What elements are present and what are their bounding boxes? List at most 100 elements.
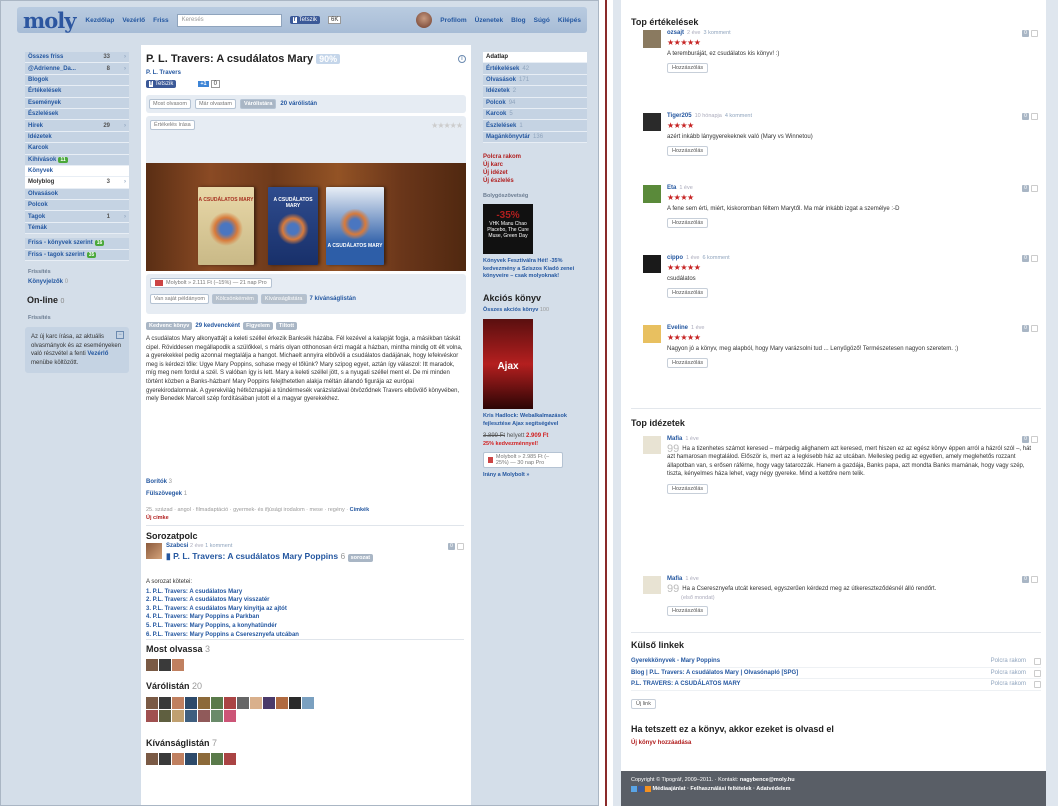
nav-blog[interactable]: Blog [511, 17, 525, 24]
already-read-button[interactable]: Már olvastam [194, 99, 236, 109]
series-volume-link[interactable]: 5. P.L. Travers: Mary Poppins, a konyhat… [146, 622, 299, 631]
favorites-count[interactable]: 29 kedvencként [195, 323, 240, 329]
nav-control[interactable]: Vezérlő [122, 17, 145, 24]
user-avatar[interactable] [172, 753, 184, 765]
quoter-name[interactable]: Mafia [667, 436, 682, 442]
adatlap-item[interactable]: Karcok 5 [483, 108, 587, 121]
series-title-link[interactable]: P. L. Travers: A csudálatos Mary Poppins [173, 551, 338, 561]
user-avatar[interactable] [276, 697, 288, 709]
comments-link[interactable]: 6 komment [702, 255, 729, 261]
adatlap-item[interactable]: Észlelések 1 [483, 120, 587, 132]
external-link[interactable]: P.L. TRAVERS: A CSUDÁLATOS MARY [631, 679, 741, 690]
star-outline-icon[interactable] [1031, 436, 1038, 443]
quoter-avatar[interactable] [643, 436, 661, 454]
series-volume-link[interactable]: 2. P.L. Travers: A csudálatos Mary vissz… [146, 596, 299, 605]
go-to-shop-link[interactable]: Irány a Molybolt » [483, 472, 587, 480]
star-outline-icon[interactable] [457, 543, 464, 550]
user-avatar[interactable] [159, 710, 171, 722]
add-book-link[interactable]: Új könyv hozzáadása [631, 740, 691, 746]
add-to-waitlist-button[interactable]: Várólistára [239, 99, 277, 109]
facebook-like-button[interactable]: f Tetszik [289, 16, 320, 24]
adatlap-item[interactable]: Magánkönyvtár 136 [483, 131, 587, 144]
adatlap-item[interactable]: Idézetek 2 [483, 86, 587, 98]
twitter-icon[interactable] [631, 785, 637, 792]
star-outline-icon[interactable] [1034, 669, 1041, 677]
favorite-book-button[interactable]: Kedvenc könyv [146, 322, 193, 330]
nav-logout[interactable]: Kilépés [558, 17, 581, 24]
waitlist-count-link[interactable]: 20 várólistán [280, 101, 317, 107]
user-avatar[interactable] [302, 697, 314, 709]
chevron-right-icon[interactable]: › [124, 66, 126, 72]
series-volume-link[interactable]: 6. P.L. Travers: Mary Poppins a Csereszn… [146, 631, 299, 640]
user-avatar[interactable] [172, 697, 184, 709]
sidebar-item[interactable]: Olvasások [25, 188, 129, 201]
user-avatar[interactable] [146, 697, 158, 709]
chevron-right-icon[interactable]: › [124, 123, 126, 129]
add-wishlist-button[interactable]: Kívánságlistára [260, 294, 307, 304]
reviewer-name[interactable]: Eveline [667, 325, 688, 331]
quoter-avatar[interactable] [643, 576, 661, 594]
reviewer-avatar[interactable] [643, 185, 661, 203]
ad-link[interactable]: Könyvek Fesztiválra Hét! -35% kedvezmény… [483, 258, 587, 281]
edit-icon[interactable]: 0 [1022, 185, 1029, 192]
user-avatar[interactable] [146, 753, 158, 765]
user-avatar[interactable] [172, 710, 184, 722]
user-avatar[interactable] [263, 697, 275, 709]
reply-button[interactable]: Hozzászólás [667, 146, 709, 157]
sidebar-extra-item[interactable]: Friss - tagok szerint 35 [25, 249, 129, 262]
series-volume-link[interactable]: 3. P.L. Travers: A csudálatos Mary kinyi… [146, 605, 299, 614]
user-thumbnail[interactable] [146, 543, 162, 559]
action-link[interactable]: Új karc [483, 161, 587, 169]
sidebar-item[interactable]: @Adrienne_Da... 8 › [25, 63, 129, 75]
sidebar-item[interactable]: Értékelések [25, 86, 129, 98]
sidebar-item[interactable]: Molyblog 3 › [25, 177, 129, 189]
user-avatar[interactable] [211, 753, 223, 765]
google-plus-button[interactable]: +1 0 [198, 80, 220, 88]
book-cover-3[interactable]: A CSUDÁLATOS MARY [326, 187, 384, 265]
user-avatar[interactable] [289, 697, 301, 709]
user-avatar[interactable] [211, 710, 223, 722]
reply-button[interactable]: Hozzászólás [667, 288, 709, 299]
user-avatar[interactable] [159, 753, 171, 765]
adatlap-item[interactable]: Polcok 94 [483, 97, 587, 109]
star-outline-icon[interactable] [1034, 658, 1041, 665]
reviewer-avatar[interactable] [643, 113, 661, 131]
user-avatar[interactable] [250, 697, 262, 709]
info-icon[interactable]: i [458, 55, 466, 63]
sidebar-item[interactable]: Hírek 29 › [25, 120, 129, 132]
user-avatar[interactable] [146, 710, 158, 722]
blurbs-link[interactable]: Fülszövegek 1 [146, 491, 187, 497]
contact-email-link[interactable]: nagybence@moly.hu [740, 777, 795, 783]
book-cover-2[interactable]: A CSUDÁLATOS MARY [268, 187, 318, 265]
user-avatar[interactable] [185, 697, 197, 709]
series-volume-link[interactable]: 1. P.L. Travers: A csudálatos Mary [146, 588, 299, 597]
user-avatar[interactable] [159, 697, 171, 709]
chevron-right-icon[interactable]: › [124, 214, 126, 220]
nav-profile[interactable]: Profilom [440, 17, 466, 24]
star-outline-icon[interactable] [1031, 113, 1038, 120]
shelve-link[interactable]: Polcra rakom [991, 656, 1026, 667]
new-link-button[interactable]: Új link [631, 699, 656, 709]
edit-icon[interactable]: 0 [1022, 30, 1029, 37]
sidebar-item[interactable]: Észlelések [25, 108, 129, 121]
sidebar-extra-item[interactable]: Friss - könyvek szerint 16 [25, 238, 129, 250]
star-outline-icon[interactable] [1031, 325, 1038, 332]
sidebar-item[interactable]: Kihívások 11 [25, 154, 129, 166]
external-link[interactable]: Gyerekkönyvek - Mary Poppins [631, 656, 720, 667]
sale-molybolt-button[interactable]: Molybolt » 2.985 Ft (–25%) — 30 nap Pro [483, 452, 563, 469]
watch-button[interactable]: Figyelem [243, 322, 273, 330]
nav-help[interactable]: Súgó [534, 17, 550, 24]
rss-icon[interactable] [645, 785, 651, 792]
star-outline-icon[interactable] [1031, 185, 1038, 192]
reply-button[interactable]: Hozzászólás [667, 358, 709, 369]
reviewer-name[interactable]: ozsajt [667, 30, 684, 36]
covers-link[interactable]: Borítók 3 [146, 479, 172, 485]
reviewer-avatar[interactable] [643, 30, 661, 48]
bookmarks-link[interactable]: Könyvjelzők 0 [28, 279, 129, 285]
external-link[interactable]: Blog | P.L. Travers: A csudálatos Mary |… [631, 668, 798, 679]
chevron-right-icon[interactable]: › [124, 54, 126, 60]
star-outline-icon[interactable] [1031, 576, 1038, 583]
shelve-link[interactable]: Polcra rakom [991, 679, 1026, 690]
comments-link[interactable]: 3 komment [703, 30, 730, 36]
book-cover-1[interactable]: A CSUDÁLATOS MARY [198, 187, 254, 265]
